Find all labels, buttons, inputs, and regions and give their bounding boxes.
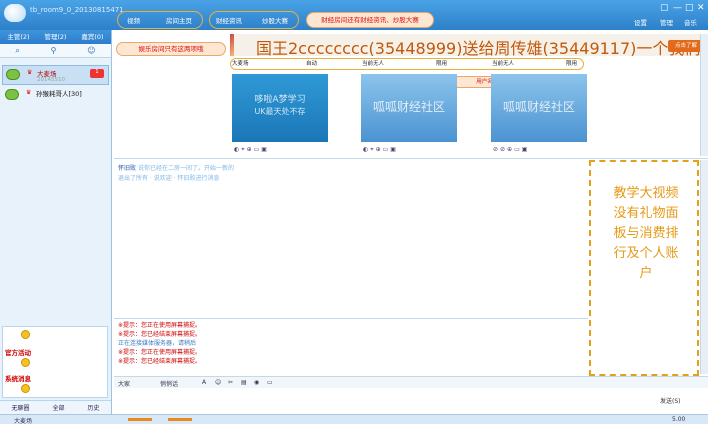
frog-avatar-icon [6, 69, 20, 80]
list-item[interactable]: ♛ 大麦场 20145510 1 [2, 65, 109, 85]
speaker-volume-slider[interactable] [168, 418, 192, 421]
restore-icon[interactable]: ▢ [660, 3, 669, 13]
history-button[interactable]: 历史 [87, 403, 99, 412]
video-label: 哆啦A梦学习 [254, 95, 306, 105]
scissors-icon[interactable]: ✂ [228, 379, 233, 386]
emoji-icon[interactable]: ☺ [215, 379, 221, 386]
screen-icon[interactable]: ▭ [267, 379, 273, 386]
chat-line: 怀旧败 说你已经在二房一间了。开始一新的 [118, 163, 234, 172]
room-callout: 娱乐房间只有这两项哦 [116, 42, 226, 56]
search-icon[interactable]: ⌕ [15, 46, 19, 56]
mic-user-3: 当前无人 [492, 61, 515, 67]
window-title: tb_room9_0_20130815471 [30, 6, 124, 14]
system-line: 正在连接媒体服务器，请稍后 [118, 340, 197, 347]
minimize-icon[interactable]: — [673, 3, 682, 13]
video-panel-3[interactable]: 呱呱财经社区 [491, 74, 587, 142]
video-controls-1[interactable]: ◐⌖⊕▭▣ [234, 146, 269, 154]
tab-video[interactable]: 视频 [127, 15, 140, 25]
user-tabs: 主管(2) 管理(2) 嘉宾(0) [0, 30, 111, 44]
official-activity-label[interactable]: 官方活动 [5, 347, 31, 357]
user-badge: 1 [90, 69, 104, 78]
tab-hosts[interactable]: 主管(2) [0, 30, 37, 44]
left-sidebar: 主管(2) 管理(2) 嘉宾(0) ⌕ ⚲ ☺ ♛ 大麦场 20145510 1… [0, 30, 112, 414]
record-icon[interactable]: ◉ [254, 379, 259, 386]
video-controls-2[interactable]: ◐⌖⊕▭▣ [363, 146, 398, 154]
system-line: ※提示：您已经结束屏幕捕捉。 [118, 331, 202, 338]
sidebar-tools: ⌕ ⚲ ☺ [0, 44, 111, 58]
banner-button[interactable]: 点击了解 [668, 40, 704, 52]
video-scrollbar[interactable] [700, 34, 708, 156]
pin-icon[interactable]: ⚲ [51, 46, 57, 55]
video-label: 呱呱财经社区 [502, 100, 575, 114]
gift-banner: 国王2cccccccc(35448999)送给周传雄(35449117)一个我们… [234, 34, 708, 56]
video-sub: UK最天处不存 [254, 107, 306, 116]
list-item[interactable]: ♛ 孙猴耗哥人[30] [2, 86, 109, 106]
chat-scrollbar[interactable] [700, 160, 708, 374]
annotation-box: 教学大视频没有礼物面板与消费排行及个人账户 [589, 160, 699, 376]
system-message-label[interactable]: 系统消息 [5, 373, 31, 383]
tab-finance-news[interactable]: 财经资讯 [216, 15, 242, 25]
image-icon[interactable]: ▤ [241, 379, 247, 386]
status-value: 5.00 [672, 416, 686, 423]
news-panel: 官方活动 系统消息 [2, 326, 108, 398]
vip-icon: ♛ [26, 89, 32, 96]
annotation-text: 教学大视频没有礼物面板与消费排行及个人账户 [613, 186, 679, 281]
status-user: 大麦场 [14, 418, 33, 424]
smiley-icon [21, 330, 30, 339]
music-button[interactable]: 音乐 [684, 17, 697, 27]
tab-room-home[interactable]: 房间主页 [166, 15, 192, 25]
mic-mode-2: 限用 [436, 61, 448, 67]
mic-user-2: 当前无人 [362, 61, 385, 67]
tab-stock-contest[interactable]: 炒股大赛 [262, 15, 288, 25]
smiley-icon [21, 358, 30, 367]
nav-callout: 财经房间还有财经资讯、炒股大赛 [306, 12, 434, 28]
settings-button[interactable]: 设置 [634, 17, 647, 27]
person-icon[interactable]: ☺ [87, 46, 95, 55]
system-line: ※提示：您已经结束屏幕捕捉。 [118, 358, 202, 365]
video-controls-3[interactable]: ⊘⊘⊕▭▣ [493, 146, 529, 153]
all-button[interactable]: 全部 [52, 403, 64, 412]
send-button[interactable]: 发送(S) [660, 396, 694, 407]
chat-group-button[interactable]: 无聊圈 [11, 403, 29, 412]
chat-text: 退出了所有 · 说欢迎 · 怀旧败进行消息 [118, 175, 220, 182]
input-toolbar: 大家 悄悄话 A ☺ ✂ ▤ ◉ ▭ [114, 376, 708, 388]
tab-admins[interactable]: 管理(2) [37, 30, 74, 44]
video-label: 呱呱财经社区 [372, 100, 445, 114]
mic-mode-3: 限用 [566, 61, 578, 67]
maximize-icon[interactable]: □ [685, 3, 694, 13]
mic-label-bar [230, 58, 584, 70]
chat-text: 说你已经在二房一间了。开始一新的 [137, 165, 234, 172]
tab-guests[interactable]: 嘉宾(0) [74, 30, 111, 44]
banner-text: 国王2cccccccc(35448999)送给周传雄(35449117)一个我们… [256, 39, 708, 56]
chat-line: 退出了所有 · 说欢迎 · 怀旧败进行消息 [118, 173, 219, 182]
user-id: 20145510 [37, 77, 65, 83]
user-name: 孙猴耗哥人[30] [36, 90, 82, 98]
sidebar-bottom-bar: 无聊圈 全部 历史 [0, 400, 111, 414]
smiley-icon [21, 384, 30, 393]
video-panel-2[interactable]: 呱呱财经社区 [361, 74, 457, 142]
mic-volume-slider[interactable] [128, 418, 152, 421]
video-panel-1[interactable]: 哆啦A梦学习 UK最天处不存 [232, 74, 328, 142]
system-line: ※提示：您正在使用屏幕捕捉。 [118, 322, 202, 329]
close-icon[interactable]: ✕ [697, 3, 705, 13]
chat-name: 怀旧败 [118, 165, 137, 172]
frog-avatar-icon [5, 89, 19, 100]
font-select[interactable]: 大家 [118, 379, 130, 388]
user-list: ♛ 大麦场 20145510 1 ♛ 孙猴耗哥人[30] [0, 64, 111, 107]
status-bar: 大麦场 5.00 [0, 414, 708, 424]
manage-button[interactable]: 管理 [660, 17, 673, 27]
font-icon[interactable]: A [202, 379, 206, 386]
system-messages: ※提示：您正在使用屏幕捕捉。 ※提示：您已经结束屏幕捕捉。 正在连接媒体服务器，… [114, 318, 588, 374]
mic-mode-1: 自动 [306, 61, 318, 67]
cloud-logo-icon [4, 4, 26, 22]
mic-user-1: 大麦场 [232, 61, 249, 67]
private-checkbox[interactable]: 悄悄话 [160, 379, 178, 388]
vip-icon: ♛ [27, 69, 33, 76]
system-line: ※提示：您正在使用屏幕捕捉。 [118, 349, 202, 356]
